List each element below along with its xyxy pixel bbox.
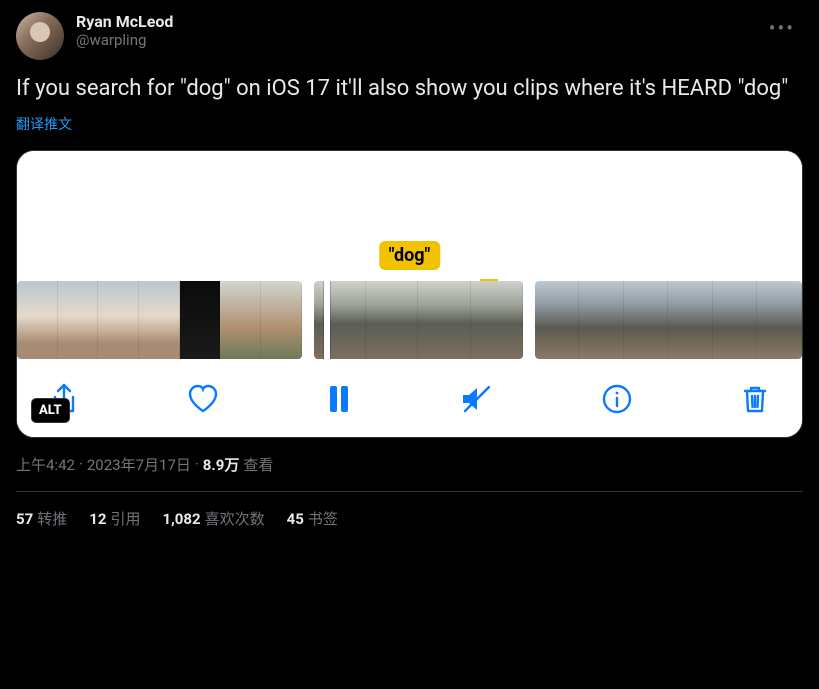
video-frame [314,281,366,359]
video-frame [180,281,221,359]
search-term-row: "dog" [17,241,802,281]
translate-link[interactable]: 翻译推文 [16,114,72,134]
playhead-indicator[interactable] [324,281,330,359]
tweet-container: Ryan McLeod @warpling ••• If you search … [0,0,819,541]
video-frame [535,281,580,359]
trash-icon [740,383,770,415]
like-button[interactable] [186,383,220,415]
info-button[interactable] [601,383,633,415]
video-frame [471,281,523,359]
video-frame [624,281,669,359]
video-frame [713,281,758,359]
alt-text-badge[interactable]: ALT [31,398,70,423]
likes-count: 1,082 [162,510,200,528]
pause-button[interactable] [326,383,352,415]
more-icon: ••• [769,16,795,40]
video-frame [668,281,713,359]
bookmarks-count: 45 [287,510,304,528]
video-frame [757,281,802,359]
engagement-stats: 57转推 12引用 1,082 喜欢次数 45书签 [16,492,803,529]
clip-group-1[interactable] [17,281,302,359]
media-attachment[interactable]: "dog" [16,150,803,438]
speaker-mute-icon [459,383,495,415]
bookmarks-stat[interactable]: 45书签 [287,508,338,529]
more-options-button[interactable]: ••• [761,12,803,44]
retweets-stat[interactable]: 57转推 [16,508,67,529]
video-frame [366,281,418,359]
mute-button[interactable] [459,383,495,415]
media-whitespace [17,151,802,241]
author-name-block[interactable]: Ryan McLeod @warpling [76,12,749,49]
author-display-name: Ryan McLeod [76,12,749,31]
info-icon [601,383,633,415]
clip-group-2[interactable] [314,281,523,359]
views-count: 8.9万 [203,454,240,475]
retweets-count: 57 [16,510,33,528]
video-filmstrip[interactable] [17,281,802,365]
quotes-label: 引用 [110,510,140,528]
quotes-count: 12 [89,510,106,528]
retweets-label: 转推 [37,510,67,528]
media-toolbar [17,365,802,437]
likes-stat[interactable]: 1,082 喜欢次数 [162,508,264,529]
video-frame [58,281,99,359]
likes-label: 喜欢次数 [205,510,265,528]
tweet-date[interactable]: 2023年7月17日 [87,454,191,475]
tweet-text: If you search for "dog" on iOS 17 it'll … [16,74,803,104]
heart-icon [186,383,220,415]
delete-button[interactable] [740,383,770,415]
video-frame [139,281,180,359]
views-label: 查看 [243,454,273,475]
video-frame [579,281,624,359]
quotes-stat[interactable]: 12引用 [89,508,140,529]
clip-group-3[interactable] [535,281,802,359]
search-term-badge: "dog" [379,241,441,270]
tweet-time[interactable]: 上午4:42 [16,454,75,475]
video-frame [98,281,139,359]
timestamp-row: 上午4:42 · 2023年7月17日 · 8.9万 查看 [16,454,803,475]
video-frame [261,281,302,359]
bookmarks-label: 书签 [308,510,338,528]
video-frame [220,281,261,359]
avatar[interactable] [16,12,64,60]
author-handle: @warpling [76,31,749,49]
pause-icon [326,383,352,415]
tweet-header: Ryan McLeod @warpling ••• [16,12,803,60]
video-frame [418,281,470,359]
video-frame [17,281,58,359]
separator-dot: · [79,455,83,473]
separator-dot: · [195,455,199,473]
